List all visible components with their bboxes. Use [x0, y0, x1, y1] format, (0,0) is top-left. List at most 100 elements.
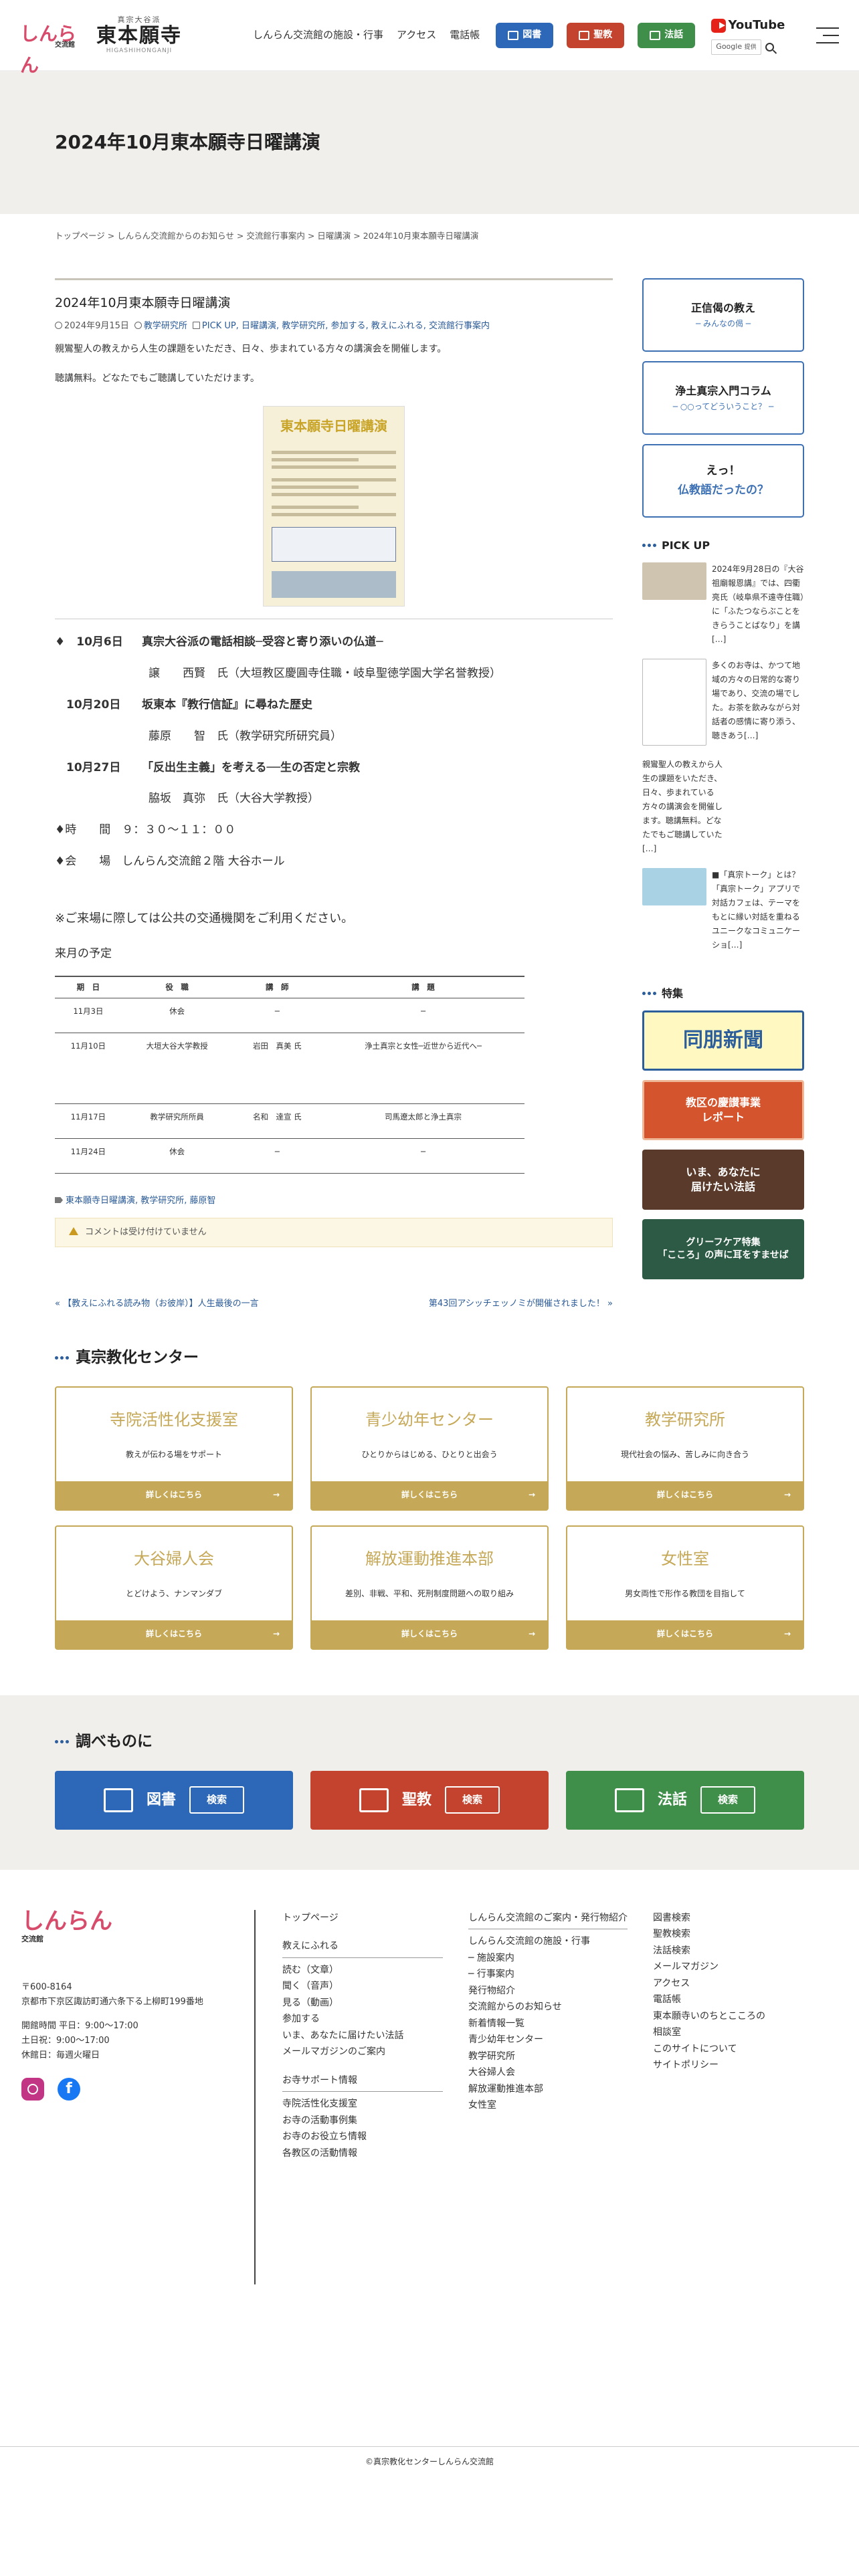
center-more-button[interactable]: 詳しくはこちら — [56, 1620, 292, 1648]
footer-link[interactable]: 青少幼年センター — [468, 2032, 628, 2048]
kyoku-report-banner[interactable]: 教区の慶讃事業 レポート — [642, 1080, 804, 1141]
pickup-item[interactable]: 2024年9月28日の『大谷祖廟報恩講』では、四衢亮氏（岐阜県不遠寺住職）に「ふ… — [642, 562, 804, 647]
footer-link[interactable]: 参加する — [282, 2011, 443, 2028]
center-more-button[interactable]: 詳しくはこちら — [312, 1481, 547, 1509]
footer-link[interactable]: 読む（文章） — [282, 1962, 443, 1979]
schedule-date: 10月20日 — [55, 697, 121, 712]
logo-sub: HIGASHIHONGANJI — [106, 47, 173, 55]
comments-closed-text: コメントは受け付けていません — [85, 1227, 207, 1238]
nav-phonebook[interactable]: 電話帳 — [450, 27, 480, 44]
footer-link[interactable]: アクセス — [653, 1975, 767, 1992]
google-search-input[interactable]: Google 提供 — [711, 39, 761, 56]
footer-link[interactable]: 電話帳 — [653, 1992, 767, 2008]
event-poster-image[interactable]: 東本願寺日曜講演 — [263, 405, 405, 607]
footer-link[interactable]: しんらん交流館の施設・行事 — [468, 1933, 628, 1950]
header-tosho-button[interactable]: 図書 — [496, 22, 554, 48]
post-author-link[interactable]: 教学研究所 — [144, 321, 187, 331]
center-more-button[interactable]: 詳しくはこちら — [56, 1481, 292, 1509]
footer-link[interactable]: メールマガジン — [653, 1959, 767, 1975]
footer-link[interactable]: ─ 施設案内 — [468, 1950, 628, 1967]
center-more-button[interactable]: 詳しくはこちら — [567, 1620, 803, 1648]
griefcare-banner[interactable]: グリーフケア特集 「こころ」の声に耳をすませば — [642, 1219, 804, 1280]
pickup-item[interactable]: ■「真宗トーク」とは？「真宗トーク」アプリで対話カフェは、テーマをもとに縁い対話… — [642, 868, 804, 952]
table-header: 講 題 — [322, 975, 524, 999]
table-row: 11月3日 休会 ─ ─ — [55, 998, 524, 1034]
footer-link[interactable]: 女性室 — [468, 2097, 628, 2114]
footer-link[interactable]: 交流館からのお知らせ — [468, 1999, 628, 2016]
center-sub: とどけよう、ナンマンダブ — [125, 1589, 222, 1599]
center-sub: 教えが伝わる場をサポート — [125, 1450, 222, 1460]
center-more-button[interactable]: 詳しくはこちら — [312, 1620, 547, 1648]
footer-link[interactable]: 東本願寺いのちとこころの相談室 — [653, 2008, 767, 2041]
nav-access[interactable]: アクセス — [397, 27, 436, 44]
post-tag-links[interactable]: 東本願寺日曜講演, 教学研究所, 藤原智 — [66, 1196, 216, 1206]
footer-link[interactable]: メールマガジンのご案内 — [282, 2044, 443, 2060]
center-card[interactable]: 女性室 男女両性で形作る教団を目指して 詳しくはこちら — [566, 1525, 804, 1650]
footer-link[interactable]: 法話検索 — [653, 1943, 767, 1959]
next-post-link[interactable]: 第43回アシッチェッノミが開催されました！ » — [372, 1297, 613, 1311]
center-name: 女性室 — [661, 1549, 709, 1568]
header-seikyo-button[interactable]: 聖教 — [567, 22, 625, 48]
hogo-search-button[interactable]: 法話 検索 — [566, 1770, 804, 1830]
table-header: 期 日 — [55, 975, 122, 999]
footer-link[interactable]: 新着情報一覧 — [468, 2016, 628, 2032]
footer-col-2: しんらん交流館のご案内・発行物紹介 しんらん交流館の施設・行事 ─ 施設案内 ─… — [468, 1910, 628, 2284]
nav-facilities[interactable]: しんらん交流館の施設・行事 — [253, 27, 383, 44]
footer-link[interactable]: 解放運動推進本部 — [468, 2081, 628, 2098]
sbtn-label: 聖教 — [401, 1791, 432, 1808]
youtube-link[interactable]: YouTube — [711, 15, 785, 36]
center-card[interactable]: 教学研究所 現代社会の悩み、苦しみに向き合う 詳しくはこちら — [566, 1386, 804, 1511]
seikyo-search-button[interactable]: 聖教 検索 — [310, 1770, 549, 1830]
post-date: 2024年9月15日 — [55, 319, 129, 334]
site-logo[interactable]: しんらん 交流館 真宗大谷派 東本願寺 HIGASHIHONGANJI — [20, 14, 221, 77]
pickup-item[interactable]: 多くのお寺は、かつて地域の方々の日常的な寄り場であり、交流の場でした。お茶を飲み… — [642, 659, 804, 746]
table-cell: 休会 — [121, 1138, 233, 1174]
instagram-icon[interactable] — [21, 2078, 44, 2101]
footer-link[interactable]: お寺のお役立ち情報 — [282, 2129, 443, 2145]
sidebar-column-link[interactable]: 浄土真宗入門コラム ─ ○○ってどういうこと？ ─ — [642, 361, 804, 435]
sidebar-bukkyogo-link[interactable]: えっ！ 仏教語だったの？ — [642, 444, 804, 518]
footer-link[interactable]: 見る（動画） — [282, 1995, 443, 2012]
footer-link[interactable]: 発行物紹介 — [468, 1983, 628, 2000]
pickup-item[interactable]: 親鸞聖人の教えから人生の課題をいただき、日々、歩まれている方々の講演会を開催しま… — [642, 758, 804, 856]
footer-logo[interactable]: しんらん 交流館 — [21, 1910, 254, 1943]
footer-link[interactable]: 寺院活性化支援室 — [282, 2096, 443, 2113]
sbtn-search: 検索 — [189, 1786, 245, 1814]
footer-link[interactable]: お寺の活動事例集 — [282, 2113, 443, 2129]
footer-link[interactable]: 大谷婦人会 — [468, 2064, 628, 2081]
breadcrumb[interactable]: トップページ > しんらん交流館からのお知らせ > 交流館行事案内 > 日曜講演… — [0, 215, 859, 257]
search-icon[interactable] — [765, 43, 774, 52]
center-card[interactable]: 寺院活性化支援室 教えが伝わる場をサポート 詳しくはこちら — [55, 1386, 293, 1511]
center-card[interactable]: 大谷婦人会 とどけよう、ナンマンダブ 詳しくはこちら — [55, 1525, 293, 1650]
doho-shinbun-banner[interactable]: 同朋新聞 — [642, 1010, 804, 1071]
footer-link[interactable]: 聖教検索 — [653, 1926, 767, 1943]
hogo-label: 法話 — [664, 29, 684, 40]
howa-banner[interactable]: いま、あなたに 届けたい法話 — [642, 1150, 804, 1210]
facebook-icon[interactable]: f — [58, 2078, 80, 2101]
footer-link[interactable]: 教学研究所 — [468, 2048, 628, 2065]
footer-link[interactable]: このサイトについて — [653, 2041, 767, 2058]
footer-link[interactable]: 聞く（音声） — [282, 1978, 443, 1995]
footer-link[interactable]: いま、あなたに届けたい法話 — [282, 2028, 443, 2044]
footer-link[interactable]: トップページ — [282, 1910, 443, 1927]
header-hogo-button[interactable]: 法話 — [638, 22, 696, 48]
search-heading: 調べものに — [55, 1729, 804, 1755]
tosho-search-button[interactable]: 図書 検索 — [55, 1770, 293, 1830]
footer-subheading[interactable]: 教えにふれる — [282, 1938, 443, 1958]
footer-link[interactable]: ─ 行事案内 — [468, 1966, 628, 1983]
center-card[interactable]: 解放運動推進本部 差別、非戦、平和、死刑制度問題への取り組み 詳しくはこちら — [310, 1525, 549, 1650]
post-author: 教学研究所 — [134, 319, 187, 334]
footer-subheading[interactable]: しんらん交流館のご案内・発行物紹介 — [468, 1910, 628, 1930]
footer-link[interactable]: 各教区の活動情報 — [282, 2145, 443, 2162]
footer-link[interactable]: サイトポリシー — [653, 2057, 767, 2074]
center-more-button[interactable]: 詳しくはこちら — [567, 1481, 803, 1509]
footer-link[interactable]: 図書検索 — [653, 1910, 767, 1927]
hamburger-menu-icon[interactable] — [816, 27, 839, 43]
prev-post-link[interactable]: « 【教えにふれる読み物（お彼岸）】人生最後の一言 — [55, 1297, 296, 1311]
footer-subheading[interactable]: お寺サポート情報 — [282, 2072, 443, 2092]
sidebar-shoshinge-link[interactable]: 正信偈の教え ─ みんなの偈 ─ — [642, 278, 804, 352]
center-sub: 現代社会の悩み、苦しみに向き合う — [620, 1450, 749, 1460]
center-card[interactable]: 青少幼年センター ひとりからはじめる、ひとりと出会う 詳しくはこちら — [310, 1386, 549, 1511]
post-category-links[interactable]: PICK UP, 日曜講演, 教学研究所, 参加する, 教えにふれる, 交流館行… — [202, 321, 490, 331]
centers-heading: 真宗教化センター — [55, 1345, 804, 1371]
